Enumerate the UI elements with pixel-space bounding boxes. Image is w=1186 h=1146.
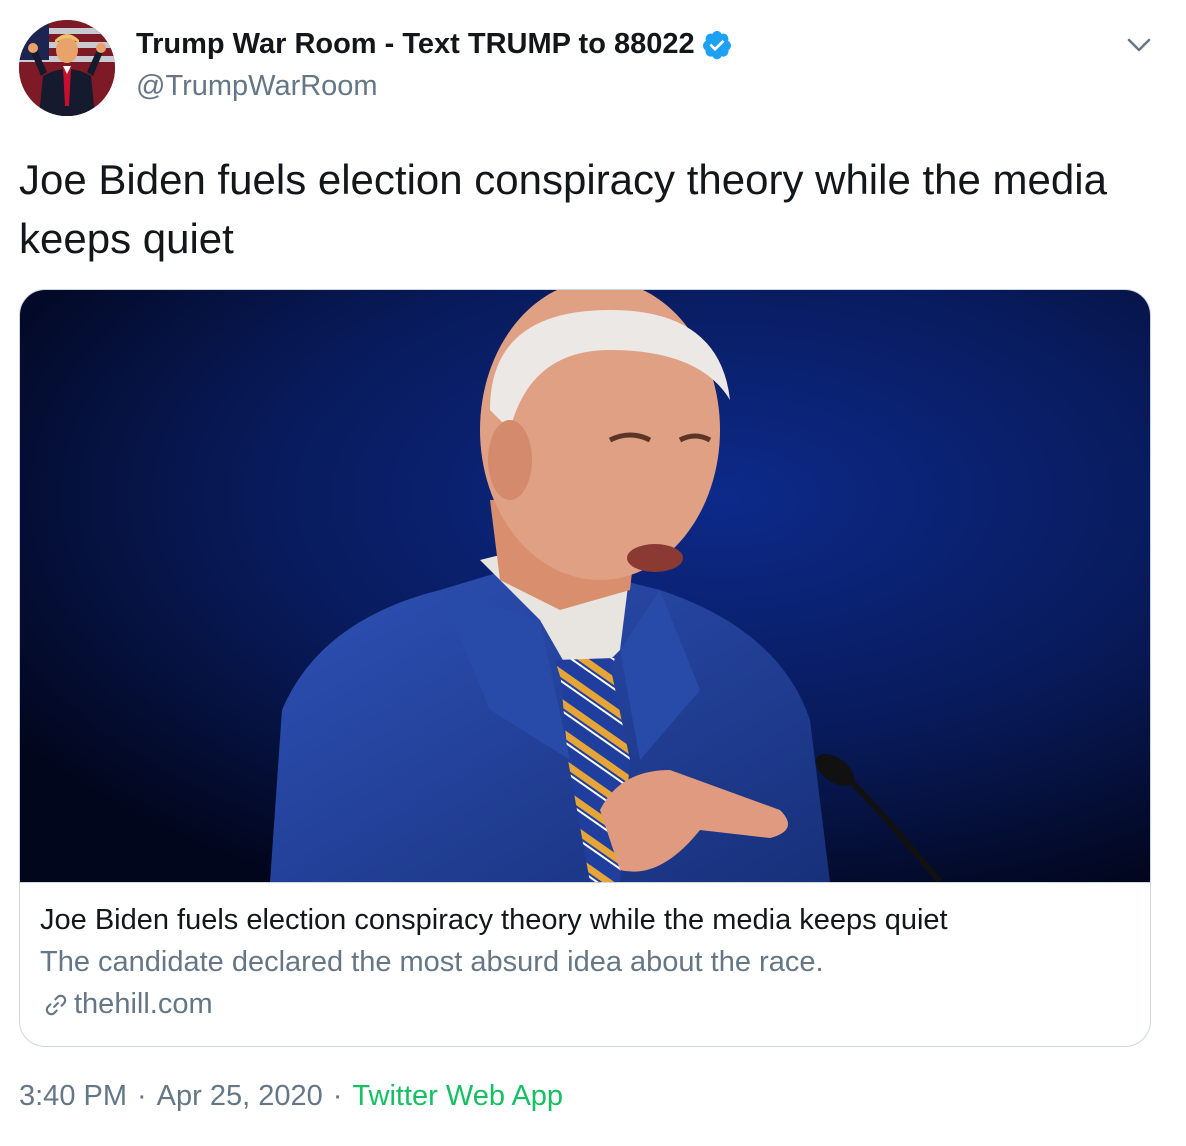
tweet-date[interactable]: Apr 25, 2020 [157,1080,323,1112]
tweet-meta: 3:40 PM · Apr 25, 2020 · Twitter Web App [19,1080,563,1113]
tweet: Trump War Room - Text TRUMP to 88022 @Tr… [0,0,1186,1146]
meta-separator-2: · [332,1080,343,1112]
chevron-down-icon[interactable] [1124,30,1154,60]
card-description: The candidate declared the most absurd i… [40,946,824,978]
link-card[interactable]: Joe Biden fuels election conspiracy theo… [19,289,1151,1047]
tweet-source-link[interactable]: Twitter Web App [352,1080,563,1112]
link-icon [45,994,67,1015]
author-name-text[interactable]: Trump War Room - Text TRUMP to 88022 [136,28,695,61]
card-domain[interactable]: thehill.com [40,988,213,1021]
card-image[interactable] [20,290,1150,883]
card-title[interactable]: Joe Biden fuels election conspiracy theo… [40,904,948,937]
meta-separator: · [137,1080,147,1112]
avatar[interactable] [19,20,115,116]
card-domain-text[interactable]: thehill.com [74,988,213,1021]
tweet-time[interactable]: 3:40 PM [19,1080,127,1112]
verified-badge-icon [702,30,731,59]
author-name[interactable]: Trump War Room - Text TRUMP to 88022 [136,28,733,61]
author-handle[interactable]: @TrumpWarRoom [136,70,378,103]
tweet-text: Joe Biden fuels election conspiracy theo… [19,156,1107,262]
